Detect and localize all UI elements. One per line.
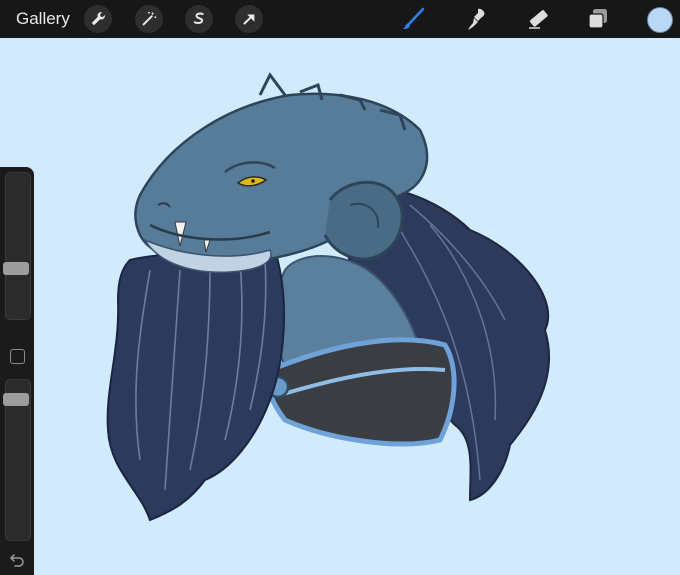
layers-icon[interactable] xyxy=(585,6,611,32)
smudge-icon[interactable] xyxy=(464,6,490,32)
actions-button[interactable] xyxy=(84,5,112,33)
selection-icon xyxy=(193,12,204,24)
transform-arrow-icon xyxy=(243,14,255,25)
opacity-thumb[interactable] xyxy=(3,393,29,406)
adjustments-button[interactable] xyxy=(135,5,163,33)
left-sidebar xyxy=(0,167,34,575)
modify-square-button[interactable] xyxy=(10,349,25,364)
gallery-button[interactable]: Gallery xyxy=(16,9,70,29)
color-picker-button[interactable] xyxy=(647,7,673,33)
brush-size-slider[interactable] xyxy=(5,172,31,320)
transform-button[interactable] xyxy=(235,5,263,33)
undo-icon[interactable] xyxy=(9,553,25,567)
eraser-icon[interactable] xyxy=(525,6,551,32)
wrench-icon xyxy=(91,12,105,26)
brush-icon[interactable] xyxy=(400,6,426,32)
drawing-canvas[interactable] xyxy=(0,38,680,575)
selection-button[interactable] xyxy=(185,5,213,33)
top-toolbar: Gallery xyxy=(0,0,680,38)
brush-size-thumb[interactable] xyxy=(3,262,29,275)
magic-wand-icon xyxy=(142,11,157,26)
